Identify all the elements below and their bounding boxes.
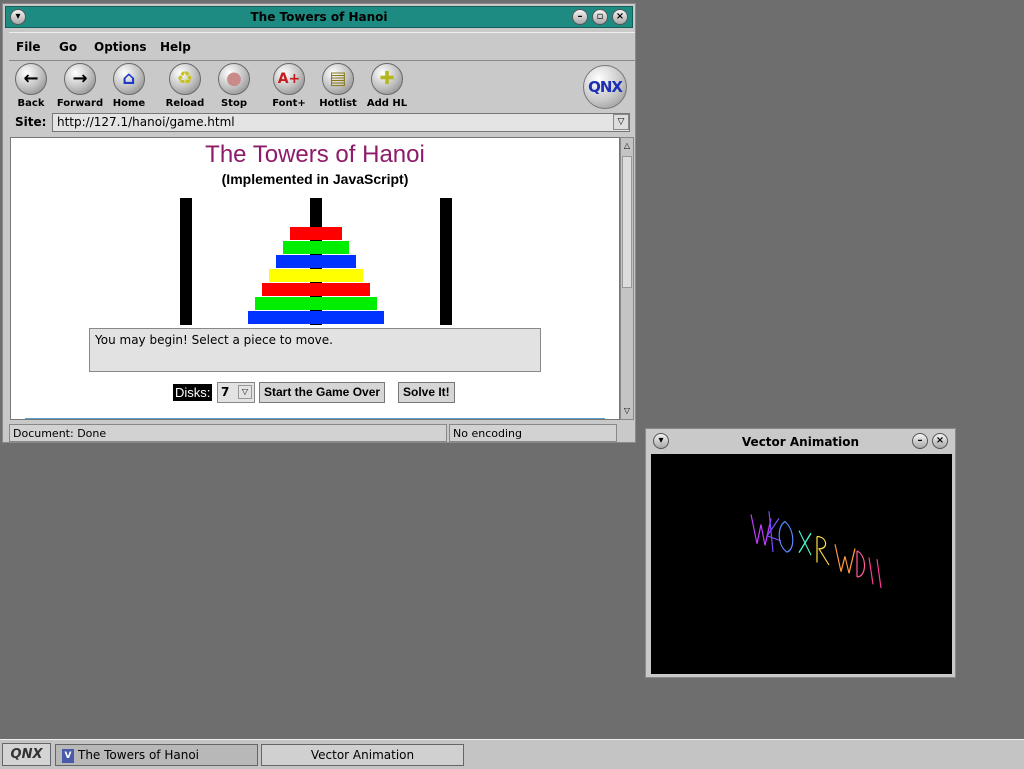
document-status: Document: Done <box>9 424 447 442</box>
task-vector-label: Vector Animation <box>310 748 415 762</box>
vector-title: Vector Animation <box>741 435 860 449</box>
qnx-logo[interactable]: QNX <box>583 65 627 109</box>
scroll-down-icon[interactable]: ▽ <box>621 405 633 417</box>
vector-app-icon: V <box>62 748 74 763</box>
add-hotlist-label: Add HL <box>366 98 408 109</box>
hanoi-disk[interactable] <box>290 227 342 240</box>
menu-help[interactable]: Help <box>160 40 191 54</box>
disks-select[interactable]: 7 ▽ <box>217 382 255 403</box>
stop-button[interactable]: ● Stop <box>208 63 260 111</box>
status-message: You may begin! Select a piece to move. <box>89 328 541 372</box>
vector-animation-graphic <box>750 511 882 589</box>
left-arrow-icon: ← <box>15 63 47 95</box>
qnx-start-button[interactable]: QNX <box>2 743 51 766</box>
forward-label: Forward <box>56 98 104 109</box>
hanoi-disk[interactable] <box>276 255 356 268</box>
font-plus-button[interactable]: A+ Font+ <box>263 63 315 111</box>
site-bar: Site: http://127.1/hanoi/game.html ▽ <box>9 112 635 134</box>
home-button[interactable]: ⌂ Home <box>103 63 155 111</box>
reload-button[interactable]: ♻ Reload <box>159 63 211 111</box>
hotlist-button[interactable]: ▤ Hotlist <box>312 63 364 111</box>
minimize-icon[interactable]: – <box>572 9 588 25</box>
encoding-status: No encoding <box>449 424 617 442</box>
task-vector[interactable]: Vector Animation <box>261 744 464 766</box>
site-label: Site: <box>15 115 47 129</box>
page-title: The Towers of Hanoi <box>205 141 425 168</box>
close-icon[interactable]: × <box>612 9 628 25</box>
back-button[interactable]: ← Back <box>5 63 57 111</box>
font-plus-label: Font+ <box>272 98 306 109</box>
page-subtitle: (Implemented in JavaScript) <box>221 171 409 187</box>
peg-left[interactable] <box>180 198 192 325</box>
menubar: File Go Options Help <box>9 32 635 61</box>
menu-options[interactable]: Options <box>94 40 147 54</box>
hanoi-disk[interactable] <box>283 241 349 254</box>
browser-titlebar[interactable]: ▾ The Towers of Hanoi – ▫ × <box>5 6 633 28</box>
right-arrow-icon: → <box>64 63 96 95</box>
hanoi-disk[interactable] <box>255 297 377 310</box>
add-hotlist-button[interactable]: ✚ Add HL <box>361 63 413 111</box>
hotlist-icon: ▤ <box>322 63 354 95</box>
hanoi-disk[interactable] <box>262 283 370 296</box>
back-label: Back <box>17 98 45 109</box>
browser-window: ▾ The Towers of Hanoi – ▫ × File Go Opti… <box>2 3 636 443</box>
stop-icon: ● <box>218 63 250 95</box>
chevron-down-icon[interactable]: ▽ <box>238 385 252 399</box>
reload-label: Reload <box>165 98 205 109</box>
start-over-button[interactable]: Start the Game Over <box>259 382 386 403</box>
hotlist-label: Hotlist <box>319 98 357 109</box>
task-hanoi[interactable]: V The Towers of Hanoi <box>55 744 258 766</box>
maximize-icon[interactable]: ▫ <box>592 9 608 25</box>
close-icon[interactable]: × <box>932 433 948 449</box>
task-hanoi-label: The Towers of Hanoi <box>78 748 200 762</box>
scrollbar-thumb[interactable] <box>622 156 632 288</box>
hanoi-disk[interactable] <box>248 311 384 324</box>
reload-icon: ♻ <box>169 63 201 95</box>
url-dropdown-icon[interactable]: ▽ <box>613 114 629 130</box>
status-bar: Document: Done No encoding <box>9 424 635 442</box>
page-content: The Towers of Hanoi (Implemented in Java… <box>10 137 620 420</box>
minimize-icon[interactable]: – <box>912 433 928 449</box>
font-plus-icon: A+ <box>273 63 305 95</box>
add-hotlist-icon: ✚ <box>371 63 403 95</box>
divider <box>25 418 605 419</box>
hanoi-disk[interactable] <box>269 269 363 282</box>
forward-button[interactable]: → Forward <box>54 63 106 111</box>
menu-file[interactable]: File <box>16 40 41 54</box>
disks-value: 7 <box>221 385 230 399</box>
vector-titlebar[interactable]: ▾ Vector Animation – × <box>649 431 952 453</box>
peg-right[interactable] <box>440 198 452 325</box>
vertical-scrollbar[interactable]: △ ▽ <box>620 137 634 420</box>
url-input[interactable]: http://127.1/hanoi/game.html <box>52 113 630 132</box>
toolbar: ← Back → Forward ⌂ Home ♻ Reload ● Stop … <box>9 61 635 111</box>
vector-animation-window: ▾ Vector Animation – × <box>645 428 956 678</box>
menu-go[interactable]: Go <box>59 40 77 54</box>
solve-button[interactable]: Solve It! <box>398 382 455 403</box>
scroll-up-icon[interactable]: △ <box>621 140 633 152</box>
animation-canvas <box>651 454 952 674</box>
disks-label: Disks: <box>173 384 213 401</box>
home-icon: ⌂ <box>113 63 145 95</box>
taskbar: QNX V The Towers of Hanoi Vector Animatio… <box>0 739 1024 769</box>
home-label: Home <box>112 98 146 109</box>
browser-title: The Towers of Hanoi <box>250 10 388 24</box>
stop-label: Stop <box>220 98 247 109</box>
